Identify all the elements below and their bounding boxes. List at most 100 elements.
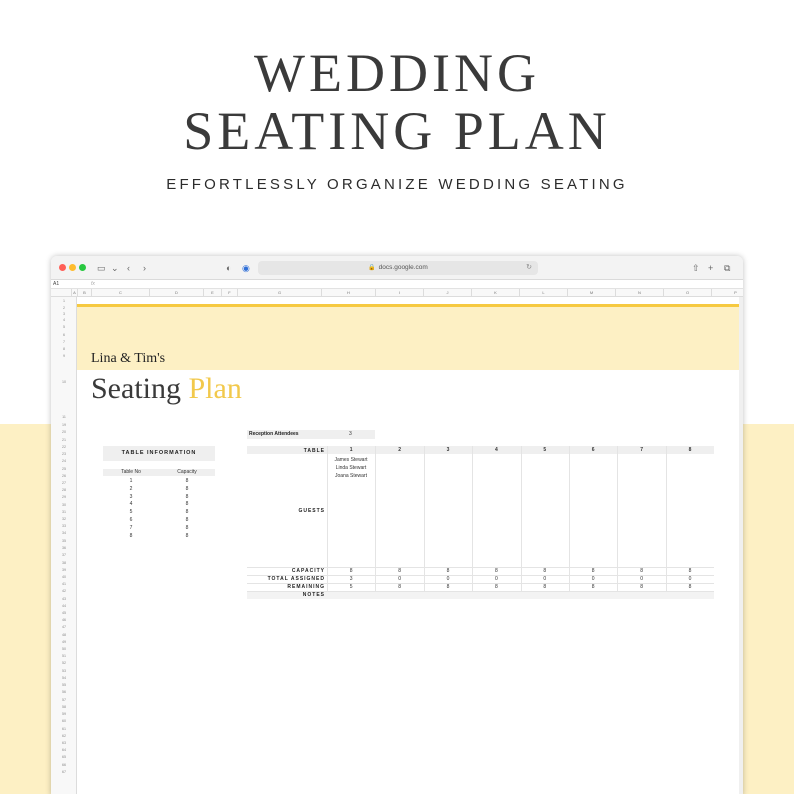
vertical-scrollbar[interactable] (739, 297, 743, 794)
row-number[interactable]: 39 (51, 568, 77, 572)
table-no-cell[interactable]: 5 (103, 508, 159, 516)
tab-overview-icon[interactable]: ⧉ (724, 262, 730, 274)
table-info-row[interactable]: 88 (103, 532, 215, 540)
row-number[interactable]: 63 (51, 741, 77, 745)
row-number[interactable]: 36 (51, 546, 77, 550)
total-assigned-value[interactable]: 0 (424, 576, 472, 583)
row-number[interactable]: 55 (51, 683, 77, 687)
guest-name[interactable]: James Stewart (327, 456, 375, 464)
reception-attendees-value[interactable]: 3 (349, 430, 352, 439)
table-no-cell[interactable]: 7 (103, 524, 159, 532)
capacity-value[interactable]: 8 (472, 568, 520, 575)
row-number[interactable]: 45 (51, 611, 77, 615)
capacity-cell[interactable]: 8 (159, 500, 215, 508)
row-number[interactable]: 11 (51, 415, 77, 419)
row-number[interactable]: 25 (51, 467, 77, 471)
capacity-value[interactable]: 8 (666, 568, 714, 575)
reception-attendees-row[interactable]: Reception Attendees 3 (247, 430, 375, 439)
column-header[interactable]: B (77, 289, 91, 297)
share-icon[interactable]: ⇧ (692, 262, 700, 274)
row-number[interactable]: 51 (51, 654, 77, 658)
capacity-value[interactable]: 8 (375, 568, 423, 575)
row-number[interactable]: 2 (51, 306, 77, 310)
row-number[interactable]: 42 (51, 589, 77, 593)
table-info-row[interactable]: 18 (103, 477, 215, 485)
formula-bar[interactable]: A1 fx (51, 280, 743, 289)
table-info-row[interactable]: 28 (103, 485, 215, 493)
row-number[interactable]: 6 (51, 333, 77, 337)
row-number[interactable]: 57 (51, 698, 77, 702)
column-header[interactable]: J (423, 289, 471, 297)
new-tab-icon[interactable]: + (708, 262, 713, 274)
table-info-row[interactable]: 38 (103, 493, 215, 501)
row-number[interactable]: 41 (51, 582, 77, 586)
row-number[interactable]: 22 (51, 445, 77, 449)
capacity-cell[interactable]: 8 (159, 477, 215, 485)
row-number[interactable]: 38 (51, 561, 77, 565)
minimize-window-button[interactable] (69, 264, 76, 271)
row-number[interactable]: 35 (51, 539, 77, 543)
table-info-row[interactable]: 78 (103, 524, 215, 532)
row-number[interactable]: 43 (51, 597, 77, 601)
row-number[interactable]: 46 (51, 618, 77, 622)
column-header[interactable]: I (375, 289, 423, 297)
row-number[interactable]: 7 (51, 340, 77, 344)
remaining-value[interactable]: 5 (327, 584, 375, 591)
column-header[interactable]: K (471, 289, 519, 297)
column-header[interactable]: F (221, 289, 237, 297)
guest-name[interactable]: Linda Stewart (327, 464, 375, 472)
reload-icon[interactable]: ↻ (526, 261, 532, 275)
forward-icon[interactable]: › (143, 262, 146, 274)
guest-name[interactable]: Joana Stewart (327, 472, 375, 480)
remaining-value[interactable]: 8 (375, 584, 423, 591)
row-number[interactable]: 28 (51, 488, 77, 492)
remaining-value[interactable]: 8 (472, 584, 520, 591)
capacity-value[interactable]: 8 (424, 568, 472, 575)
row-number[interactable]: 27 (51, 481, 77, 485)
total-assigned-value[interactable]: 3 (327, 576, 375, 583)
row-number[interactable]: 48 (51, 633, 77, 637)
row-number[interactable]: 1 (51, 299, 77, 303)
column-header[interactable]: G (237, 289, 321, 297)
seating-grid[interactable]: TABLE 1 2 3 4 5 6 7 8 GUESTS James Stewart Linda St… (247, 446, 714, 601)
row-number[interactable]: 30 (51, 503, 77, 507)
column-header[interactable]: L (519, 289, 567, 297)
total-assigned-value[interactable]: 0 (375, 576, 423, 583)
table-no-cell[interactable]: 4 (103, 500, 159, 508)
table-info-row[interactable]: 68 (103, 516, 215, 524)
column-header[interactable]: E (203, 289, 221, 297)
table-no-cell[interactable]: 2 (103, 485, 159, 493)
column-header[interactable]: P (711, 289, 743, 297)
total-assigned-value[interactable]: 0 (666, 576, 714, 583)
total-assigned-value[interactable]: 0 (569, 576, 617, 583)
capacity-cell[interactable]: 8 (159, 493, 215, 501)
cell-reference[interactable]: A1 (53, 280, 59, 289)
capacity-cell[interactable]: 8 (159, 508, 215, 516)
remaining-value[interactable]: 8 (569, 584, 617, 591)
row-number[interactable]: 47 (51, 625, 77, 629)
row-number[interactable]: 65 (51, 755, 77, 759)
column-header[interactable]: C (91, 289, 149, 297)
remaining-value[interactable]: 8 (521, 584, 569, 591)
table-no-cell[interactable]: 3 (103, 493, 159, 501)
maximize-window-button[interactable] (79, 264, 86, 271)
capacity-cell[interactable]: 8 (159, 516, 215, 524)
column-header[interactable]: H (321, 289, 375, 297)
row-number[interactable]: 26 (51, 474, 77, 478)
capacity-value[interactable]: 8 (521, 568, 569, 575)
row-number[interactable]: 62 (51, 734, 77, 738)
close-window-button[interactable] (59, 264, 66, 271)
address-bar[interactable]: 🔒 docs.google.com ↻ (258, 261, 538, 275)
row-number[interactable]: 29 (51, 495, 77, 499)
row-number[interactable]: 54 (51, 676, 77, 680)
row-number[interactable]: 24 (51, 459, 77, 463)
total-assigned-value[interactable]: 0 (521, 576, 569, 583)
password-manager-icon[interactable]: ◉ (242, 262, 250, 274)
row-number[interactable]: 37 (51, 553, 77, 557)
row-number[interactable]: 3 (51, 312, 77, 316)
chevron-down-icon[interactable]: ⌄ (111, 262, 119, 274)
row-number[interactable]: 59 (51, 712, 77, 716)
table-info-row[interactable]: 58 (103, 508, 215, 516)
capacity-cell[interactable]: 8 (159, 524, 215, 532)
total-assigned-value[interactable]: 0 (472, 576, 520, 583)
